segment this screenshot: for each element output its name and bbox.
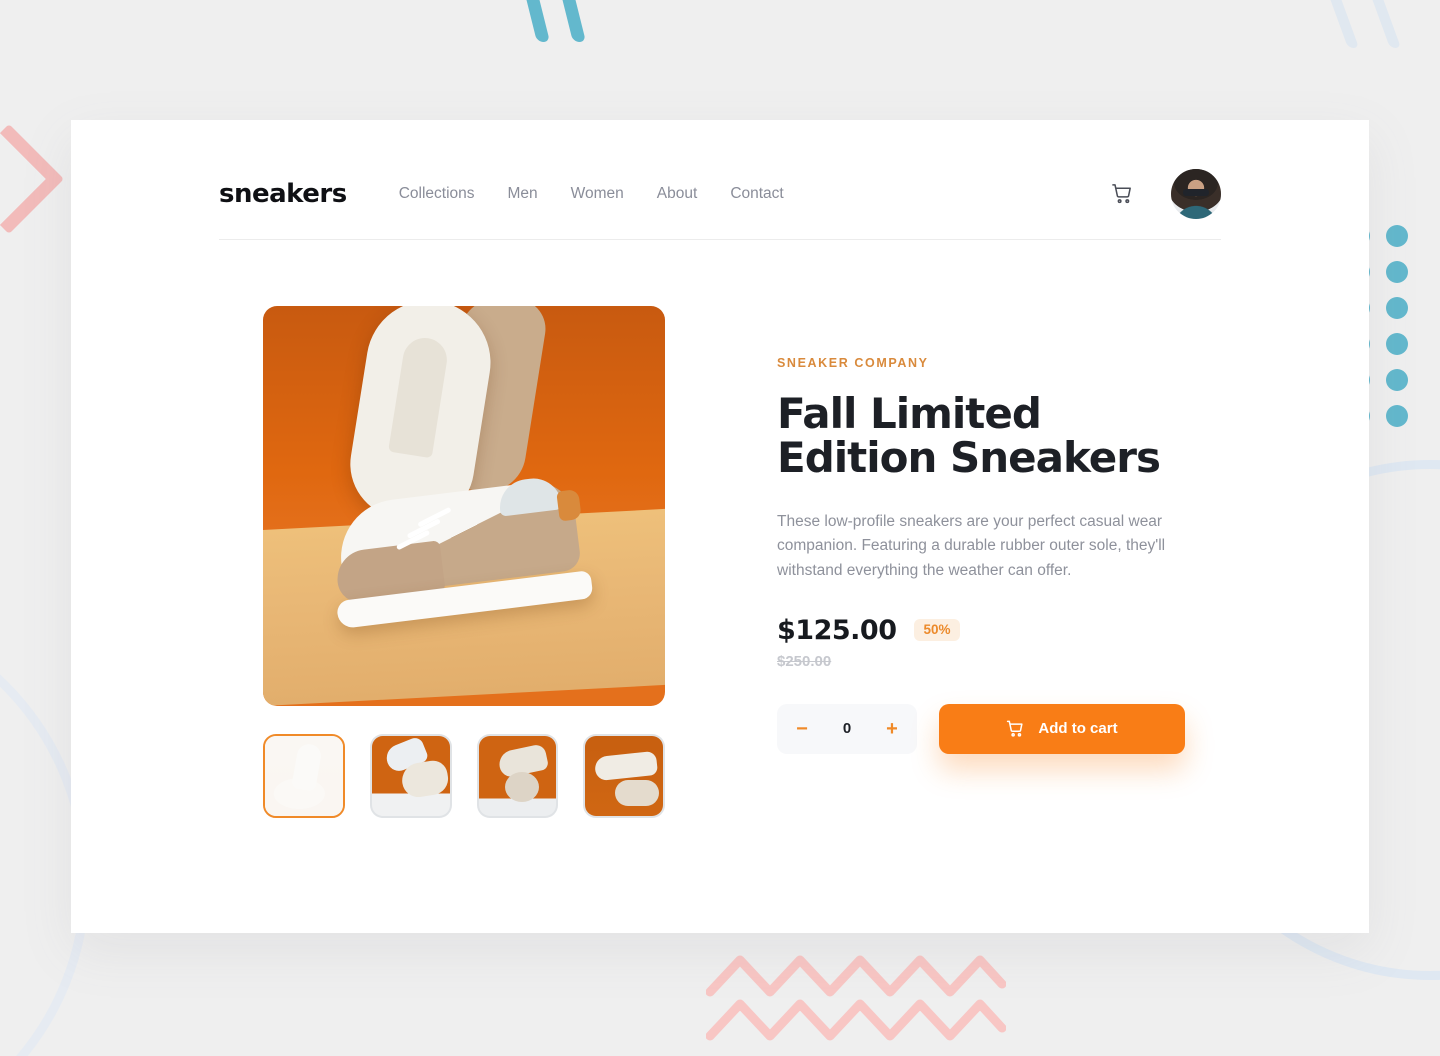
- original-price: $250.00: [777, 652, 832, 670]
- site-header: sneakers Collections Men Women About Con…: [219, 148, 1221, 240]
- thumbnail-2[interactable]: [369, 734, 452, 818]
- thumbnail-3-image: [478, 736, 557, 816]
- avatar-sunglasses: [1183, 188, 1209, 196]
- cart-button[interactable]: [1109, 181, 1135, 207]
- price-row: $125.00 50%: [777, 615, 1197, 646]
- page-title: Fall Limited Edition Sneakers: [777, 389, 1161, 483]
- zigzag-decoration-icon: [706, 955, 1006, 1041]
- discount-badge: 50%: [914, 619, 960, 641]
- header-actions: [1109, 168, 1221, 219]
- shopping-cart-icon: [1007, 720, 1023, 737]
- quantity-value: 0: [842, 720, 852, 738]
- thumbnail-3[interactable]: [476, 734, 559, 818]
- purchase-actions: − 0 + Add to cart: [777, 703, 1197, 754]
- product-description: These low-profile sneakers are your perf…: [777, 513, 1166, 579]
- add-to-cart-button[interactable]: Add to cart: [939, 703, 1185, 754]
- shopping-cart-icon: [1111, 184, 1131, 204]
- increase-quantity-button[interactable]: +: [883, 719, 901, 739]
- slash-marks-decoration-icon: [1316, 0, 1426, 54]
- nav-item-about[interactable]: About: [657, 185, 698, 203]
- product-page-card: sneakers Collections Men Women About Con…: [71, 120, 1369, 933]
- thumbnail-1-selected-overlay: [265, 736, 343, 816]
- nav-item-women[interactable]: Women: [571, 185, 624, 203]
- thumbnail-1[interactable]: [263, 734, 345, 818]
- nav-item-collections[interactable]: Collections: [399, 185, 475, 203]
- quantity-stepper: − 0 +: [777, 703, 917, 754]
- product-brand: SNEAKER COMPANY: [777, 356, 929, 370]
- thumbnail-4-image: [585, 736, 663, 816]
- thumbnail-4[interactable]: [583, 734, 665, 818]
- thumbnail-strip: [263, 734, 665, 818]
- avatar[interactable]: [1171, 168, 1221, 219]
- product-info: SNEAKER COMPANY Fall Limited Edition Sne…: [777, 356, 1197, 754]
- site-logo[interactable]: sneakers: [219, 179, 347, 209]
- nav-item-contact[interactable]: Contact: [730, 185, 783, 203]
- product-gallery: [263, 306, 665, 818]
- current-price: $125.00: [777, 614, 897, 646]
- product-main-image[interactable]: [263, 306, 665, 706]
- front-shoe-heel-tab: [556, 489, 582, 522]
- thumbnail-2-image: [371, 736, 450, 816]
- pink-chevron-decoration-icon: [0, 123, 65, 235]
- nav-item-men[interactable]: Men: [508, 185, 538, 203]
- decrease-quantity-button[interactable]: −: [793, 719, 811, 739]
- quotation-mark-decoration-icon: [523, 0, 602, 48]
- add-to-cart-label: Add to cart: [1038, 720, 1118, 738]
- main-navigation: Collections Men Women About Contact: [399, 185, 784, 203]
